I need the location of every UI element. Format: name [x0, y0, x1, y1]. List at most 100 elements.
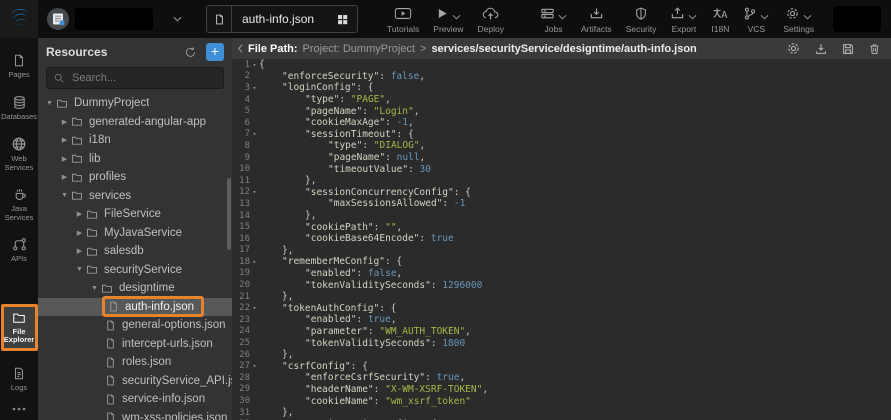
- wavemaker-logo-icon: [6, 6, 32, 32]
- tool-jobs[interactable]: Jobs: [533, 4, 574, 34]
- tree-item-service-info-json[interactable]: service-info.json: [38, 390, 232, 409]
- fold-marker-icon[interactable]: ▾: [250, 259, 259, 266]
- tree-item-securityservice[interactable]: ▼securityService: [38, 261, 232, 280]
- token: "Login": [374, 106, 414, 117]
- line-number: 10: [235, 164, 250, 174]
- tree-item-services[interactable]: ▼services: [38, 187, 232, 206]
- artifacts-icon: [589, 6, 604, 21]
- tree-item-wm-xss-policies-json[interactable]: wm-xss-policies.json: [38, 409, 232, 420]
- token: :: [356, 268, 367, 279]
- chevron-collapsed-icon[interactable]: ▶: [74, 210, 85, 218]
- delete-icon[interactable]: [868, 41, 881, 56]
- code-line: 23"enabled": true,: [232, 314, 891, 326]
- tool-tutorials[interactable]: Tutorials: [380, 4, 426, 34]
- sidebar-item-java-services[interactable]: Java Services: [1, 187, 37, 222]
- token: :: [385, 152, 396, 163]
- tool-deploy[interactable]: Deploy: [471, 4, 511, 34]
- search-box[interactable]: [46, 67, 224, 89]
- chevron-collapsed-icon[interactable]: ▶: [74, 247, 85, 255]
- sidebar-item-apis[interactable]: APIs: [1, 237, 37, 264]
- tool-preview[interactable]: Preview: [426, 4, 470, 34]
- chevron-collapsed-icon[interactable]: ▶: [74, 229, 85, 237]
- tree-item-label: auth-info.json: [125, 301, 194, 313]
- grid-icon[interactable]: [336, 13, 349, 26]
- fold-marker-icon[interactable]: ▾: [250, 85, 259, 92]
- token: ,: [420, 140, 426, 151]
- web-services-icon: [11, 136, 27, 152]
- save-icon[interactable]: [841, 41, 855, 56]
- sidebar-item-logs[interactable]: Logs: [1, 366, 37, 393]
- app-logo[interactable]: [0, 0, 38, 38]
- chevron-collapsed-icon[interactable]: ▶: [59, 136, 70, 144]
- refresh-icon[interactable]: [184, 46, 197, 59]
- sidebar-item-web-services[interactable]: Web Services: [1, 136, 37, 172]
- token: :: [374, 396, 385, 407]
- fold-marker-icon[interactable]: ▾: [250, 131, 259, 138]
- chevron-expanded-icon[interactable]: ▼: [59, 192, 70, 199]
- tree-item-securityservice-api-json[interactable]: securityService_API.json: [38, 372, 232, 391]
- tree-scrollbar[interactable]: [227, 178, 231, 250]
- code-text: "rememberMeConfig": {: [259, 256, 891, 267]
- code-editor[interactable]: 1▾{2"enforceSecurity": false,3▾"loginCon…: [232, 59, 891, 420]
- tree-item-roles-json[interactable]: roles.json: [38, 353, 232, 372]
- line-number: 6: [235, 118, 250, 128]
- chevron-expanded-icon[interactable]: ▼: [74, 266, 85, 273]
- tree-item-label: MyJavaService: [104, 227, 182, 239]
- fold-marker-icon[interactable]: ▾: [250, 363, 259, 370]
- search-input[interactable]: [70, 71, 217, 85]
- token: "cookieBase64Encode": [305, 233, 419, 244]
- chevron-collapsed-icon[interactable]: ▶: [59, 118, 70, 126]
- tree-item-lib[interactable]: ▶lib: [38, 150, 232, 169]
- tree-item-salesdb[interactable]: ▶salesdb: [38, 242, 232, 261]
- fold-marker-icon[interactable]: ▾: [250, 305, 259, 312]
- path-bar: File Path: Project: DummyProject > servi…: [232, 38, 891, 59]
- fold-marker-icon[interactable]: ▾: [250, 189, 259, 196]
- code-line: 26},: [232, 349, 891, 361]
- token: "": [385, 222, 396, 233]
- more-icon[interactable]: [11, 406, 27, 412]
- tool-settings[interactable]: Settings: [776, 4, 821, 34]
- tree-item-i18n[interactable]: ▶i18n: [38, 131, 232, 150]
- tree-item-dummyproject[interactable]: ▼DummyProject: [38, 94, 232, 113]
- tool-security[interactable]: Security: [619, 4, 664, 34]
- code-line: 13"maxSessionsAllowed": -1: [232, 198, 891, 210]
- project-switcher[interactable]: [47, 8, 182, 30]
- chevron-expanded-icon[interactable]: ▼: [44, 100, 55, 107]
- add-button[interactable]: +: [206, 43, 224, 61]
- open-file-tab[interactable]: auth-info.json: [206, 5, 358, 33]
- line-number: 26: [235, 350, 250, 360]
- tree-item-designtime[interactable]: ▼designtime: [38, 279, 232, 298]
- line-number: 1: [235, 60, 250, 70]
- chevron-expanded-icon[interactable]: ▼: [89, 285, 100, 292]
- tree-item-general-options-json[interactable]: general-options.json: [38, 316, 232, 335]
- token: },: [282, 245, 293, 256]
- tree-item-generated-angular-app[interactable]: ▶generated-angular-app: [38, 113, 232, 132]
- token: "enabled": [305, 314, 356, 325]
- code-line: 5"pageName": "Login",: [232, 105, 891, 117]
- tool-export[interactable]: Export: [663, 4, 704, 34]
- tree-item-intercept-urls-json[interactable]: intercept-urls.json: [38, 335, 232, 354]
- collapse-panel-icon[interactable]: [232, 43, 248, 54]
- code-text: "cookieMaxAge": -1,: [259, 117, 891, 128]
- sidebar-item-pages[interactable]: Pages: [1, 53, 37, 80]
- tool-i18n[interactable]: AI18N: [704, 4, 736, 34]
- token: null: [397, 152, 420, 163]
- redacted-project-name: [75, 8, 153, 30]
- chevron-collapsed-icon[interactable]: ▶: [59, 173, 70, 181]
- tree-item-fileservice[interactable]: ▶FileService: [38, 205, 232, 224]
- chevron-collapsed-icon[interactable]: ▶: [59, 155, 70, 163]
- file-settings-icon[interactable]: [786, 41, 801, 56]
- tool-vcs[interactable]: VCS: [736, 4, 776, 34]
- sidebar-item-databases[interactable]: Databases: [1, 95, 37, 122]
- highlight-box: auth-info.json: [102, 296, 204, 317]
- tree-item-auth-info-json[interactable]: auth-info.json: [38, 298, 232, 317]
- download-icon[interactable]: [814, 41, 828, 56]
- code-text: "timeoutValue": 30: [259, 164, 891, 175]
- sidebar-item-file-explorer[interactable]: File Explorer: [1, 304, 38, 351]
- token: ,: [419, 71, 425, 82]
- fold-marker-icon[interactable]: ▾: [250, 62, 259, 69]
- tree-item-profiles[interactable]: ▶profiles: [38, 168, 232, 187]
- tree-item-myjavaservice[interactable]: ▶ MyJavaService: [38, 224, 232, 243]
- tool-artifacts[interactable]: Artifacts: [574, 4, 619, 34]
- chevron-down-icon[interactable]: [173, 16, 182, 22]
